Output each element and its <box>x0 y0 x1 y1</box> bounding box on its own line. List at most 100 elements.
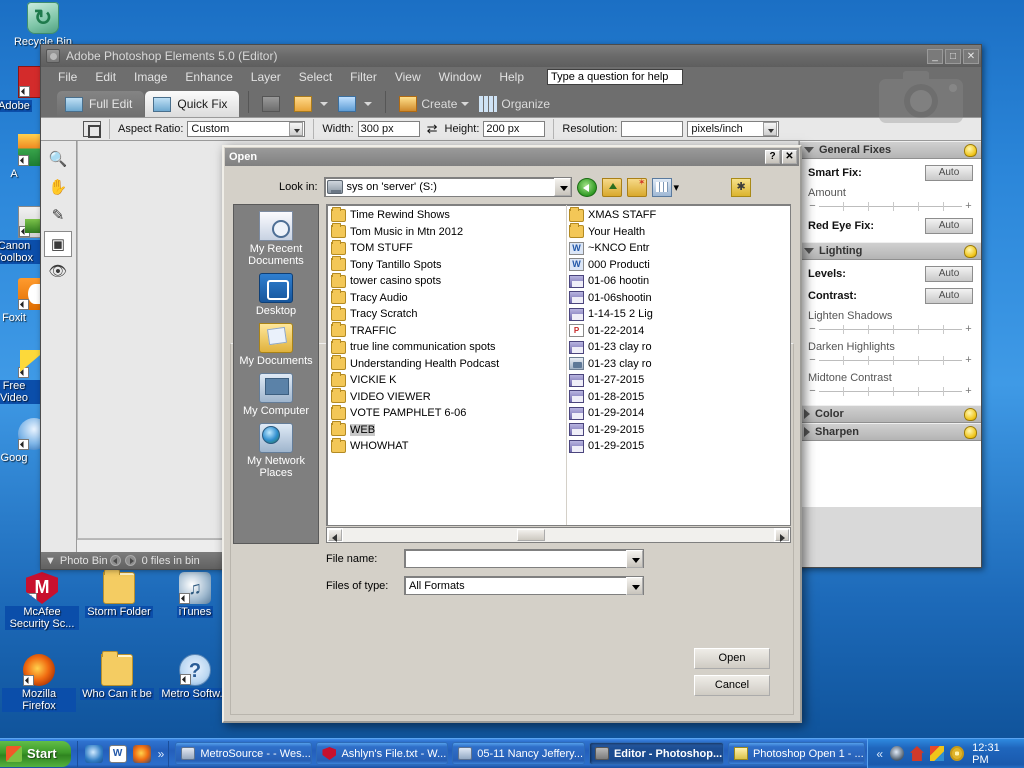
list-item[interactable]: Time Rewind Shows <box>331 206 561 224</box>
word-icon[interactable] <box>108 744 127 763</box>
list-item[interactable]: Tony Tantillo Spots <box>331 256 561 274</box>
list-item[interactable]: 01-06 hootin <box>569 273 790 290</box>
desktop-icon-who-can-it-be[interactable]: Who Can it be <box>80 651 154 700</box>
menu-help[interactable]: Help <box>490 68 533 86</box>
photo-bin-bar[interactable]: ▼ Photo Bin 0 files in bin <box>40 552 230 570</box>
width-input[interactable]: 300 px <box>357 121 420 137</box>
list-item[interactable]: VIDEO VIEWER <box>331 388 561 406</box>
menu-window[interactable]: Window <box>430 68 491 86</box>
taskbar-item-metrosource[interactable]: MetroSource - - Wes... <box>175 742 313 765</box>
red-eye-tool[interactable]: 👁 <box>44 259 72 285</box>
chevron-down-icon[interactable]: ▼ <box>45 555 56 567</box>
cancel-button[interactable]: Cancel <box>694 675 770 696</box>
ie-icon[interactable] <box>84 744 103 763</box>
desktop-icon-app[interactable]: A <box>0 134 50 180</box>
files-of-type-select[interactable]: All Formats <box>404 576 644 595</box>
firefox-icon[interactable] <box>132 744 151 763</box>
list-item[interactable]: true line communication spots <box>331 338 561 356</box>
scrollbar-thumb[interactable] <box>517 529 545 541</box>
list-item[interactable]: VICKIE K <box>331 371 561 389</box>
desktop-icon-mcafee[interactable]: McAfee Security Sc... <box>5 572 79 630</box>
minimize-button[interactable]: _ <box>927 48 943 64</box>
pencil-tool[interactable]: ✎ <box>44 203 72 229</box>
menu-select[interactable]: Select <box>290 68 341 86</box>
menu-file[interactable]: File <box>49 68 86 86</box>
list-item[interactable]: 01-06shootin <box>569 290 790 307</box>
list-item[interactable]: WHOWHAT <box>331 437 561 455</box>
chevron-down-icon[interactable]: ▾ <box>674 181 680 194</box>
taskbar-item-ashlyn-file[interactable]: Ashlyn's File.txt - W... <box>316 742 449 765</box>
tab-full-edit[interactable]: Full Edit <box>57 91 145 117</box>
scrollbar-track[interactable] <box>343 528 774 542</box>
file-list[interactable]: Time Rewind Shows Tom Music in Mtn 2012 … <box>326 204 791 526</box>
menu-layer[interactable]: Layer <box>242 68 290 86</box>
list-item[interactable]: WEB <box>331 421 561 439</box>
list-item[interactable]: 01-23 clay ro <box>569 356 790 373</box>
menu-filter[interactable]: Filter <box>341 68 386 86</box>
list-item[interactable]: 000 Producti <box>569 257 790 274</box>
menu-image[interactable]: Image <box>125 68 176 86</box>
close-button[interactable]: ✕ <box>963 48 979 64</box>
color-icon[interactable] <box>929 746 944 761</box>
look-in-select[interactable]: sys on 'server' (S:) <box>323 177 572 197</box>
menu-edit[interactable]: Edit <box>86 68 125 86</box>
slider-track[interactable] <box>819 355 962 365</box>
clock[interactable]: 12:31 PM <box>972 742 1016 766</box>
list-item[interactable]: Tracy Audio <box>331 289 561 307</box>
desktop-icon-adobe[interactable]: Adobe <box>0 66 50 112</box>
lighten-shadows-slider[interactable]: − + <box>808 323 973 335</box>
panel-section-sharpen[interactable]: Sharpen <box>800 423 981 441</box>
aspect-ratio-select[interactable]: Custom <box>187 121 306 137</box>
favorites-icon[interactable] <box>731 177 752 197</box>
chevron-down-icon[interactable] <box>626 549 643 568</box>
scroll-right-button[interactable] <box>775 529 789 542</box>
list-item[interactable]: ~KNCO Entr <box>569 240 790 257</box>
place-my-documents[interactable]: My Documents <box>234 323 318 367</box>
chevron-down-icon[interactable] <box>626 576 643 595</box>
list-item[interactable]: 01-22-2014 <box>569 323 790 340</box>
up-one-level-icon[interactable] <box>601 177 622 197</box>
place-my-recent-documents[interactable]: My Recent Documents <box>234 211 318 267</box>
contrast-auto-button[interactable]: Auto <box>925 288 973 304</box>
list-item[interactable]: Your Health <box>569 223 790 241</box>
list-item[interactable]: 01-27-2015 <box>569 372 790 389</box>
desktop-icon-google[interactable]: Goog <box>0 418 50 464</box>
scroll-left-button[interactable] <box>328 529 342 542</box>
red-eye-fix-auto-button[interactable]: Auto <box>925 218 973 234</box>
resolution-input[interactable] <box>621 121 684 137</box>
organize-button[interactable]: Organize <box>474 91 555 117</box>
gear-icon[interactable] <box>949 746 965 761</box>
panel-section-lighting[interactable]: Lighting <box>800 242 981 260</box>
dialog-help-button[interactable]: ? <box>765 150 780 164</box>
desktop-icon-free-video[interactable]: Free Video <box>0 346 46 404</box>
desktop-icon-canon-toolbox[interactable]: Canon Toolbox <box>0 206 50 264</box>
zoom-tool[interactable]: 🔍 <box>44 147 72 173</box>
list-item[interactable]: 01-28-2015 <box>569 389 790 406</box>
place-my-computer[interactable]: My Computer <box>234 373 318 417</box>
slider-track[interactable] <box>819 201 962 211</box>
place-desktop[interactable]: Desktop <box>234 273 318 317</box>
list-item[interactable]: Tracy Scratch <box>331 305 561 323</box>
height-input[interactable]: 200 px <box>483 121 546 137</box>
quick-launch-overflow-icon[interactable]: » <box>158 747 165 761</box>
desktop-icon-itunes[interactable]: iTunes <box>158 572 232 618</box>
desktop-icon-metro-software[interactable]: Metro Softw... <box>158 654 232 700</box>
list-item[interactable]: TOM STUFF <box>331 239 561 257</box>
file-name-input[interactable] <box>404 549 644 568</box>
list-item[interactable]: 1-14-15 2 Lig <box>569 306 790 323</box>
home-security-icon[interactable] <box>910 746 924 761</box>
panel-section-color[interactable]: Color <box>800 405 981 423</box>
slider-track[interactable] <box>819 324 962 334</box>
network-icon[interactable] <box>890 746 904 761</box>
list-item[interactable]: XMAS STAFF <box>569 206 790 224</box>
list-item[interactable]: 01-29-2015 <box>569 422 790 439</box>
list-item[interactable]: TRAFFIC <box>331 322 561 340</box>
resolution-unit-select[interactable]: pixels/inch <box>687 121 780 137</box>
email-button[interactable] <box>333 91 377 117</box>
list-item[interactable]: Understanding Health Podcast <box>331 355 561 373</box>
chevron-down-icon[interactable] <box>289 122 304 136</box>
taskbar-item-nancy-jeffery[interactable]: 05-11 Nancy Jeffery... <box>452 742 585 765</box>
desktop-icon-firefox[interactable]: Mozilla Firefox <box>2 654 76 712</box>
start-button[interactable]: Start <box>0 740 71 767</box>
desktop-icon-storm-folder[interactable]: Storm Folder <box>82 569 156 618</box>
